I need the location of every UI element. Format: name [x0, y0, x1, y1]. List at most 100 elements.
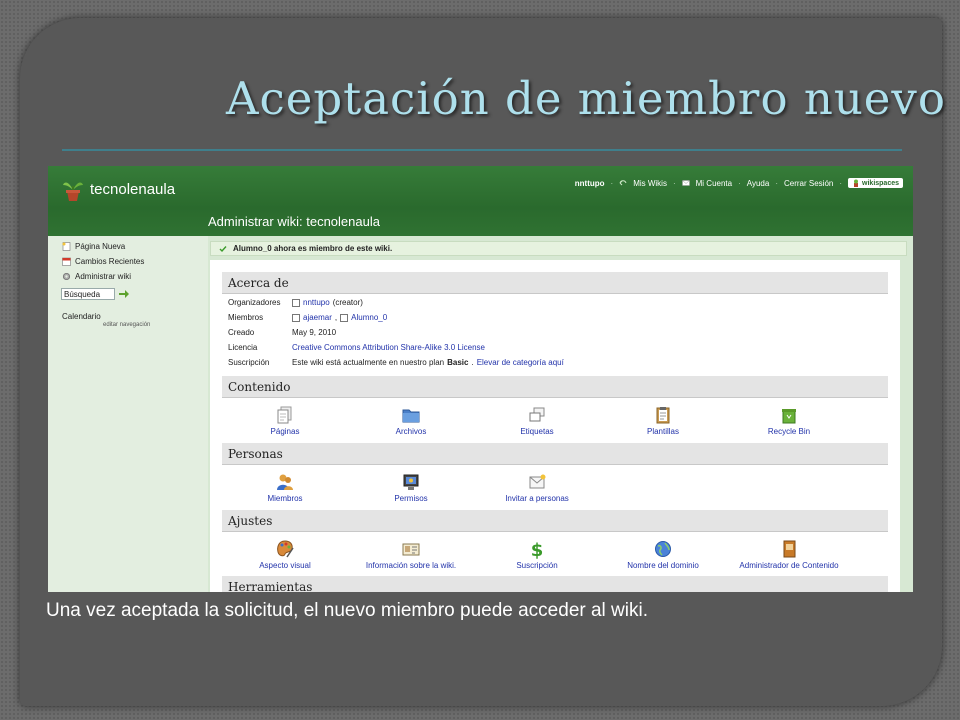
separator: · — [738, 178, 741, 188]
info-value: ajaemar, Alumno_0 — [292, 313, 387, 322]
tile-invite[interactable]: Invitar a personas — [477, 472, 597, 506]
sidebar: Página Nueva Cambios Recientes Administr… — [48, 236, 208, 592]
sidebar-item-label: Cambios Recientes — [75, 256, 145, 266]
search-input[interactable]: Búsqueda — [61, 288, 115, 300]
tile-label: Nombre del dominio — [627, 561, 699, 570]
calendar-icon — [62, 257, 71, 266]
info-key: Creado — [228, 328, 255, 337]
tile-content-manager[interactable]: Administrador de Contenido — [729, 539, 849, 573]
members-icon — [277, 474, 293, 490]
pages-icon — [277, 406, 292, 424]
info-key: Miembros — [228, 313, 264, 322]
wikispaces-badge[interactable]: wikispaces — [848, 178, 903, 188]
info-value: May 9, 2010 — [292, 328, 337, 337]
username-link[interactable]: nnttupo — [575, 179, 605, 188]
slide-caption: Una vez aceptada la solicitud, el nuevo … — [46, 600, 648, 621]
tile-label: Páginas — [270, 427, 300, 436]
tile-members[interactable]: Miembros — [225, 472, 345, 506]
globe-icon — [655, 541, 671, 557]
info-key: Suscripción — [228, 358, 270, 367]
info-value: nnttupo (creator) — [292, 298, 363, 307]
tile-label: Archivos — [395, 427, 427, 436]
wiki-screenshot: tecnolenaula Administrar wiki: tecnolena… — [48, 166, 913, 592]
separator: · — [610, 178, 614, 188]
tile-label: Miembros — [267, 494, 303, 503]
calendar-label[interactable]: Calendario — [62, 312, 101, 321]
tile-label: Información sobre la wiki. — [365, 561, 457, 570]
tile-subscription[interactable]: $ Suscripción — [477, 539, 597, 573]
tile-label: Plantillas — [646, 427, 679, 436]
subscription-text: Este wiki está actualmente en nuestro pl… — [292, 358, 445, 367]
separator: · — [672, 178, 676, 188]
tile-label: Permisos — [394, 494, 428, 503]
my-account-link[interactable]: Mi Cuenta — [696, 179, 732, 188]
sidebar-item-recent-changes[interactable]: Cambios Recientes — [62, 255, 144, 267]
tile-files[interactable]: Archivos — [351, 405, 471, 439]
tile-templates[interactable]: Plantillas — [603, 405, 723, 439]
plan-name: Basic — [447, 358, 469, 367]
admin-page-title: Administrar wiki: tecnolenaula — [208, 214, 380, 229]
new-page-icon — [62, 241, 71, 251]
mail-icon — [681, 180, 690, 186]
organizer-link[interactable]: nnttupo — [303, 298, 330, 307]
tile-domain-name[interactable]: Nombre del dominio — [603, 539, 723, 573]
tile-permissions[interactable]: Permisos — [351, 472, 471, 506]
palette-icon — [277, 540, 294, 558]
upgrade-link[interactable]: Elevar de categoría aquí — [477, 358, 564, 367]
member-separator: , — [334, 313, 338, 322]
avatar-icon — [340, 313, 349, 322]
member-link[interactable]: ajaemar — [303, 313, 332, 322]
sidebar-item-label: Página Nueva — [75, 241, 126, 251]
section-heading-settings: Ajustes — [222, 510, 888, 532]
help-link[interactable]: Ayuda — [747, 179, 770, 188]
id-card-icon — [402, 543, 420, 556]
search-go-arrow-icon[interactable] — [118, 288, 130, 300]
separator: · — [839, 178, 843, 188]
sidebar-item-new-page[interactable]: Página Nueva — [62, 240, 125, 252]
permissions-monitor-icon — [403, 474, 419, 490]
info-key: Organizadores — [228, 298, 281, 307]
account-links: nnttupo · Mis Wikis · Mi Cuenta · Ayuda … — [575, 176, 903, 190]
edit-navigation-link[interactable]: editar navegación — [103, 322, 150, 328]
folder-icon — [402, 409, 420, 423]
logout-link[interactable]: Cerrar Sesión — [784, 179, 833, 188]
subscription-separator: . — [471, 358, 474, 367]
section-heading-content: Contenido — [222, 376, 888, 398]
notice-text: Alumno_0 ahora es miembro de este wiki. — [233, 244, 393, 253]
back-arrow-icon — [619, 180, 627, 186]
tile-label: Suscripción — [516, 561, 558, 570]
section-heading-about: Acerca de — [222, 272, 888, 294]
checkmark-icon — [219, 245, 227, 252]
slide-title: Aceptación de miembro nuevo — [226, 72, 946, 125]
tile-pages[interactable]: Páginas — [225, 405, 345, 439]
dollar-icon: $ — [531, 540, 544, 559]
tile-label: Invitar a personas — [505, 494, 569, 503]
wikispaces-logo-icon — [854, 179, 859, 187]
title-divider — [62, 149, 902, 151]
tile-wiki-info[interactable]: Información sobre la wiki. — [351, 539, 471, 573]
tile-label: Administrador de Contenido — [739, 561, 839, 570]
tags-icon — [529, 407, 545, 422]
info-key: Licencia — [228, 343, 258, 352]
site-name[interactable]: tecnolenaula — [90, 181, 175, 198]
creator-note: (creator) — [332, 298, 363, 307]
member-link[interactable]: Alumno_0 — [351, 313, 387, 322]
separator: · — [775, 178, 778, 188]
tile-recycle-bin[interactable]: Recycle Bin — [729, 405, 849, 439]
sidebar-item-label: Administrar wiki — [75, 271, 132, 281]
tile-label: Recycle Bin — [767, 427, 811, 436]
tile-tags[interactable]: Etiquetas — [477, 405, 597, 439]
avatar-icon — [292, 313, 300, 322]
sidebar-item-manage-wiki[interactable]: Administrar wiki — [62, 270, 131, 282]
content-manager-book-icon — [783, 540, 796, 558]
tile-look-and-feel[interactable]: Aspecto visual — [225, 539, 345, 573]
wiki-header: tecnolenaula Administrar wiki: tecnolena… — [48, 166, 913, 236]
wikispaces-badge-label: wikispaces — [862, 179, 899, 187]
avatar-icon — [292, 298, 300, 307]
plant-logo-icon — [63, 182, 83, 201]
tile-label: Etiquetas — [520, 427, 554, 436]
my-wikis-link[interactable]: Mis Wikis — [633, 179, 667, 188]
svg-text:$: $ — [531, 540, 544, 559]
gear-icon — [62, 272, 71, 280]
license-link[interactable]: Creative Commons Attribution Share-Alike… — [292, 343, 485, 352]
